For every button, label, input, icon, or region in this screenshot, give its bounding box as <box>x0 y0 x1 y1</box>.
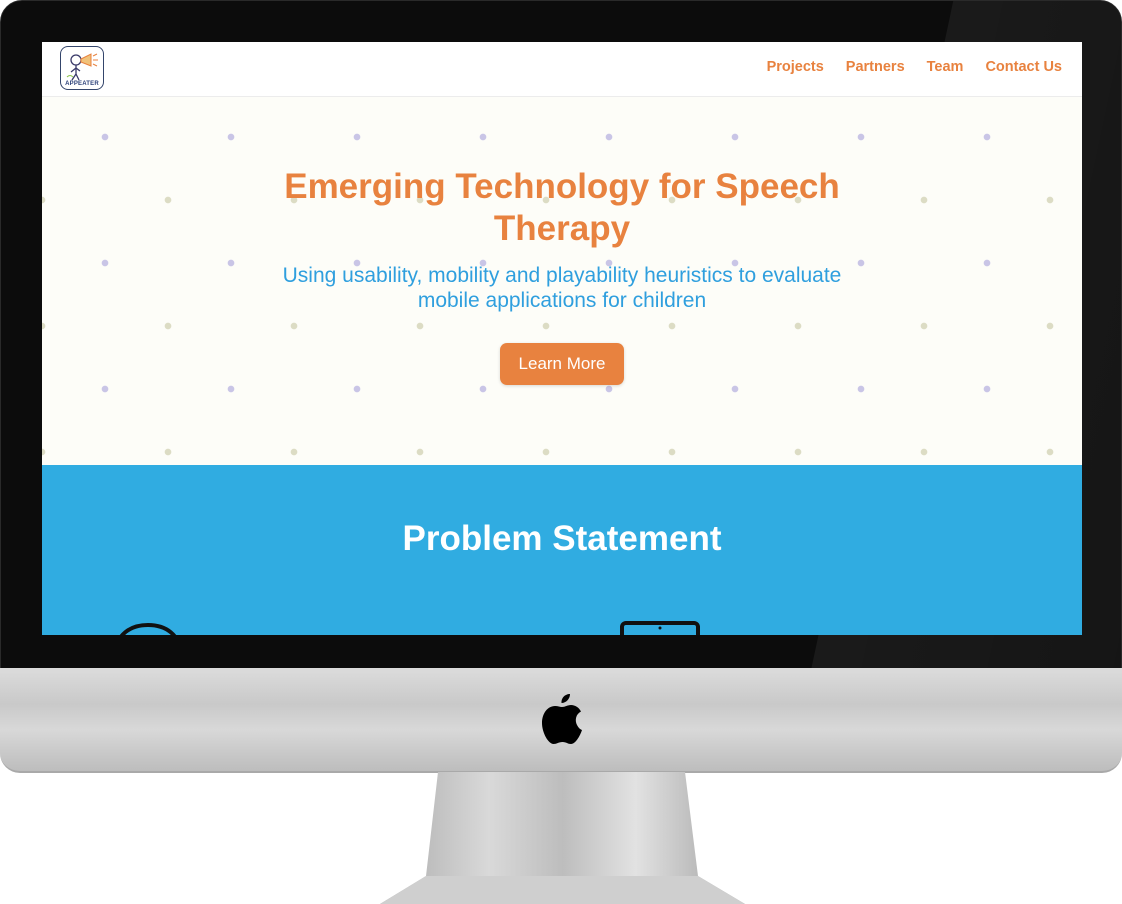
nav-links: Projects Partners Team Contact Us <box>767 59 1062 75</box>
chat-bubble-icon <box>119 623 177 635</box>
nav-link-contact-us[interactable]: Contact Us <box>985 59 1062 75</box>
hero-title: Emerging Technology for Speech Therapy <box>284 167 840 248</box>
apple-logo-icon <box>542 694 582 744</box>
problem-statement-title: Problem Statement <box>402 519 722 558</box>
learn-more-button[interactable]: Learn More <box>500 343 624 385</box>
logo-text: APPEATER <box>65 81 99 87</box>
nav-link-partners[interactable]: Partners <box>846 59 905 75</box>
hero-section: Emerging Technology for Speech Therapy U… <box>42 97 1082 465</box>
nav-link-team[interactable]: Team <box>927 59 964 75</box>
site-logo[interactable]: APPEATER <box>60 46 104 90</box>
imac-stand <box>380 772 745 904</box>
hero-subtitle: Using usability, mobility and playabilit… <box>282 264 842 312</box>
problem-statement-section: Problem Statement <box>42 465 1082 635</box>
megaphone-kid-icon <box>66 53 98 81</box>
nav-link-projects[interactable]: Projects <box>767 59 824 75</box>
tablet-icon <box>620 621 700 635</box>
website-screen: APPEATER Projects Partners Team Contact … <box>42 42 1082 635</box>
navbar: APPEATER Projects Partners Team Contact … <box>42 42 1082 97</box>
